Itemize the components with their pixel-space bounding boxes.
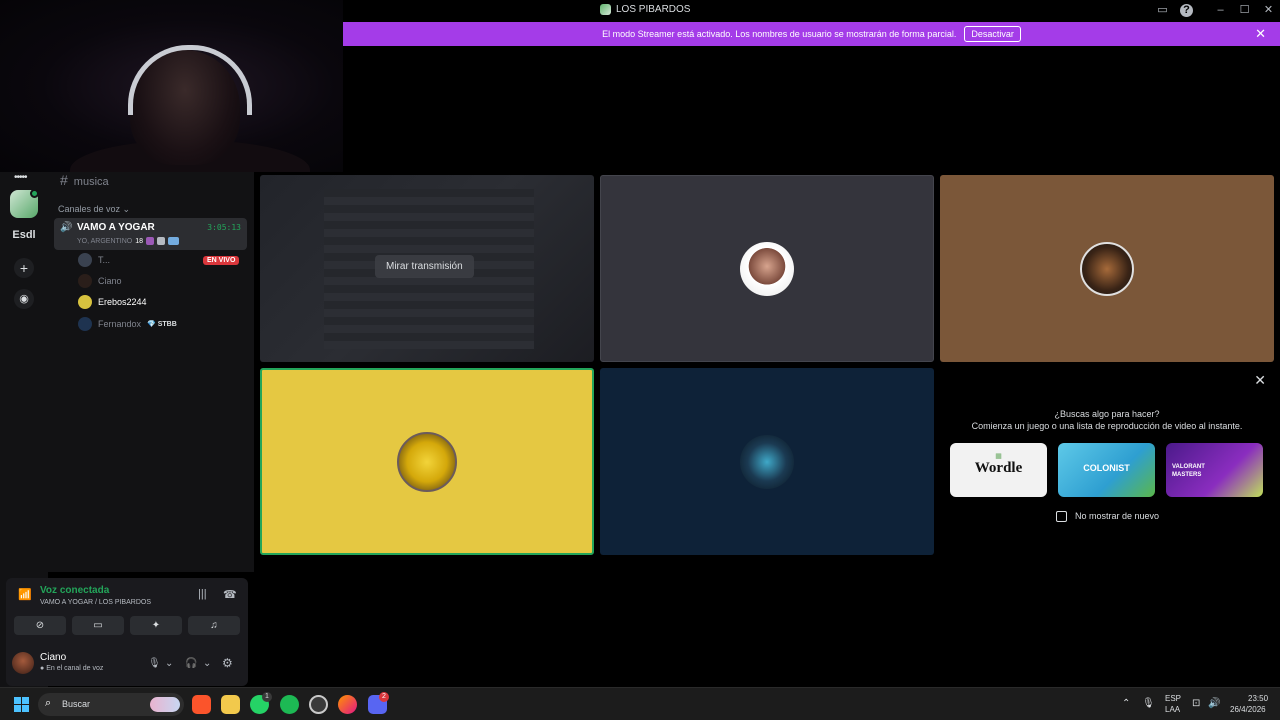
speaker-icon: 🔊: [60, 222, 73, 233]
user-status: ● En el canal de voz: [40, 665, 104, 672]
spotify-icon[interactable]: [280, 695, 299, 714]
microphone-icon[interactable]: 🎙: [148, 658, 161, 669]
participant-tile[interactable]: [940, 175, 1274, 362]
search-icon: ⌕: [45, 697, 52, 709]
activity-card-wordle[interactable]: ▦ Wordle: [950, 443, 1047, 497]
whatsapp-badge: 1: [262, 692, 272, 702]
windows-start-icon[interactable]: [14, 697, 29, 712]
activity-description: Comienza un juego o una lista de reprodu…: [971, 421, 1243, 431]
bottle-icon: [157, 237, 166, 245]
voice-user[interactable]: Fernandox 💎 STBB: [78, 316, 177, 332]
dont-show-again-label: No mostrar de nuevo: [1075, 511, 1160, 521]
window-title: LOS PIBARDOS: [600, 4, 690, 15]
voice-user[interactable]: Erebos2244: [78, 294, 147, 310]
network-icon[interactable]: ⊡: [1192, 698, 1200, 709]
activity-card-valorant[interactable]: VALORANT MASTERS: [1166, 443, 1263, 497]
activity-card-colonist[interactable]: COLONIST: [1058, 443, 1155, 497]
headphones-icon[interactable]: 🎧: [185, 658, 197, 669]
inbox-icon[interactable]: ▭: [1156, 4, 1169, 17]
voice-channel-status: YO, ARGENTINO 18: [77, 237, 180, 245]
category-voice-channels[interactable]: Canales de voz ⌄: [58, 204, 130, 215]
help-icon[interactable]: ?: [1180, 4, 1193, 17]
argentina-flag-icon: [168, 237, 180, 245]
webcam-overlay: [0, 0, 343, 172]
chevron-up-icon[interactable]: ⌃: [1122, 698, 1130, 709]
avatar: [78, 253, 92, 267]
avatar: [78, 295, 92, 309]
banner-close-icon[interactable]: ✕: [1255, 26, 1266, 42]
dont-show-again-checkbox[interactable]: [1056, 511, 1067, 522]
rail-dots: •••••: [14, 172, 27, 183]
wordle-grid-icon: ▦: [995, 453, 1002, 460]
taskbar-search[interactable]: ⌕ Buscar: [38, 693, 184, 716]
chevron-down-icon[interactable]: ⌄: [165, 658, 173, 669]
volume-icon[interactable]: 🔊: [1208, 698, 1220, 709]
emoji-icon: [146, 237, 155, 245]
voice-badge-icon: [30, 189, 39, 198]
voice-user[interactable]: Ciano: [78, 273, 122, 289]
channel-sidebar: # musica Canales de voz ⌄ 🔊 VAMO A YOGAR …: [48, 172, 254, 572]
text-channel-musica[interactable]: # musica: [60, 172, 109, 188]
firefox-icon[interactable]: [338, 695, 357, 714]
participant-avatar: [740, 241, 794, 296]
watch-stream-button[interactable]: Mirar transmisión: [375, 255, 474, 278]
signal-icon[interactable]: 📶: [18, 588, 32, 601]
participant-tile[interactable]: [600, 368, 934, 555]
streamer-mode-banner: El modo Streamer está activado. Los nomb…: [343, 22, 1280, 46]
user-name: Ciano: [40, 652, 67, 663]
settings-icon[interactable]: ⚙: [222, 656, 233, 670]
voice-user[interactable]: T...: [78, 252, 110, 268]
camera-off-button[interactable]: ⊘: [14, 616, 66, 635]
activities-button[interactable]: ✦: [130, 616, 182, 635]
clock-date[interactable]: 26/4/2026: [1230, 705, 1266, 714]
close-icon[interactable]: ✕: [1254, 372, 1266, 389]
participant-tile[interactable]: [600, 175, 934, 362]
voice-status[interactable]: Voz conectada: [40, 585, 109, 596]
disable-streamer-button[interactable]: Desactivar: [964, 26, 1021, 42]
taskbar: ⌕ Buscar 1 2 ⌃ 🎙 ESP LAA ⊡ 🔊 23:50 26/4/…: [0, 687, 1280, 720]
brave-icon[interactable]: [192, 695, 211, 714]
live-badge: EN VIVO: [203, 256, 240, 265]
screen-share-button[interactable]: ▭: [72, 616, 124, 635]
headphones-graphic: [128, 45, 252, 115]
voice-location: VAMO A YOGAR / LOS PIBARDOS: [40, 599, 151, 606]
close-window-icon[interactable]: ✕: [1262, 4, 1275, 17]
soundboard-button[interactable]: ♫: [188, 616, 240, 635]
participant-tile-speaking[interactable]: [260, 368, 594, 555]
activity-question: ¿Buscas algo para hacer?: [1054, 409, 1160, 419]
voice-timer: 3:05:13: [207, 223, 241, 232]
participant-avatar: [397, 431, 457, 492]
chevron-down-icon[interactable]: ⌄: [203, 658, 211, 669]
avatar: [78, 317, 92, 331]
user-tag: 💎 STBB: [147, 321, 177, 328]
maximize-icon[interactable]: ☐: [1238, 4, 1251, 17]
stream-tile[interactable]: Mirar transmisión: [260, 175, 594, 362]
minimize-icon[interactable]: –: [1214, 4, 1227, 17]
server-icon: [600, 4, 611, 15]
discover-icon[interactable]: ◉: [14, 289, 34, 309]
server-label[interactable]: Esdl: [0, 229, 48, 241]
voice-connection-panel: 📶 Voz conectada VAMO A YOGAR / LOS PIBAR…: [6, 578, 248, 686]
hash-icon: #: [60, 172, 68, 188]
file-explorer-icon[interactable]: [221, 695, 240, 714]
banner-message: El modo Streamer está activado. Los nomb…: [602, 29, 957, 39]
language-indicator-top[interactable]: ESP: [1165, 694, 1181, 703]
microphone-tray-icon[interactable]: 🎙: [1142, 698, 1155, 709]
discord-badge: 2: [379, 692, 389, 702]
search-highlight-image: [150, 697, 180, 712]
app-icon[interactable]: [309, 695, 328, 714]
activity-suggestion: ✕ ¿Buscas algo para hacer? Comienza un j…: [940, 368, 1274, 555]
disconnect-icon[interactable]: ☎: [223, 588, 237, 601]
add-server-icon[interactable]: +: [14, 258, 34, 278]
noise-suppression-icon[interactable]: |||: [198, 588, 207, 600]
participant-avatar: [1080, 241, 1134, 296]
voice-channel-vamo-a-yogar[interactable]: 🔊 VAMO A YOGAR 3:05:13 YO, ARGENTINO 18: [54, 218, 247, 250]
language-indicator-bottom[interactable]: LAA: [1165, 705, 1180, 714]
participant-avatar: [740, 434, 794, 489]
clock-time[interactable]: 23:50: [1248, 694, 1268, 703]
user-avatar[interactable]: [12, 652, 34, 674]
avatar: [78, 274, 92, 288]
